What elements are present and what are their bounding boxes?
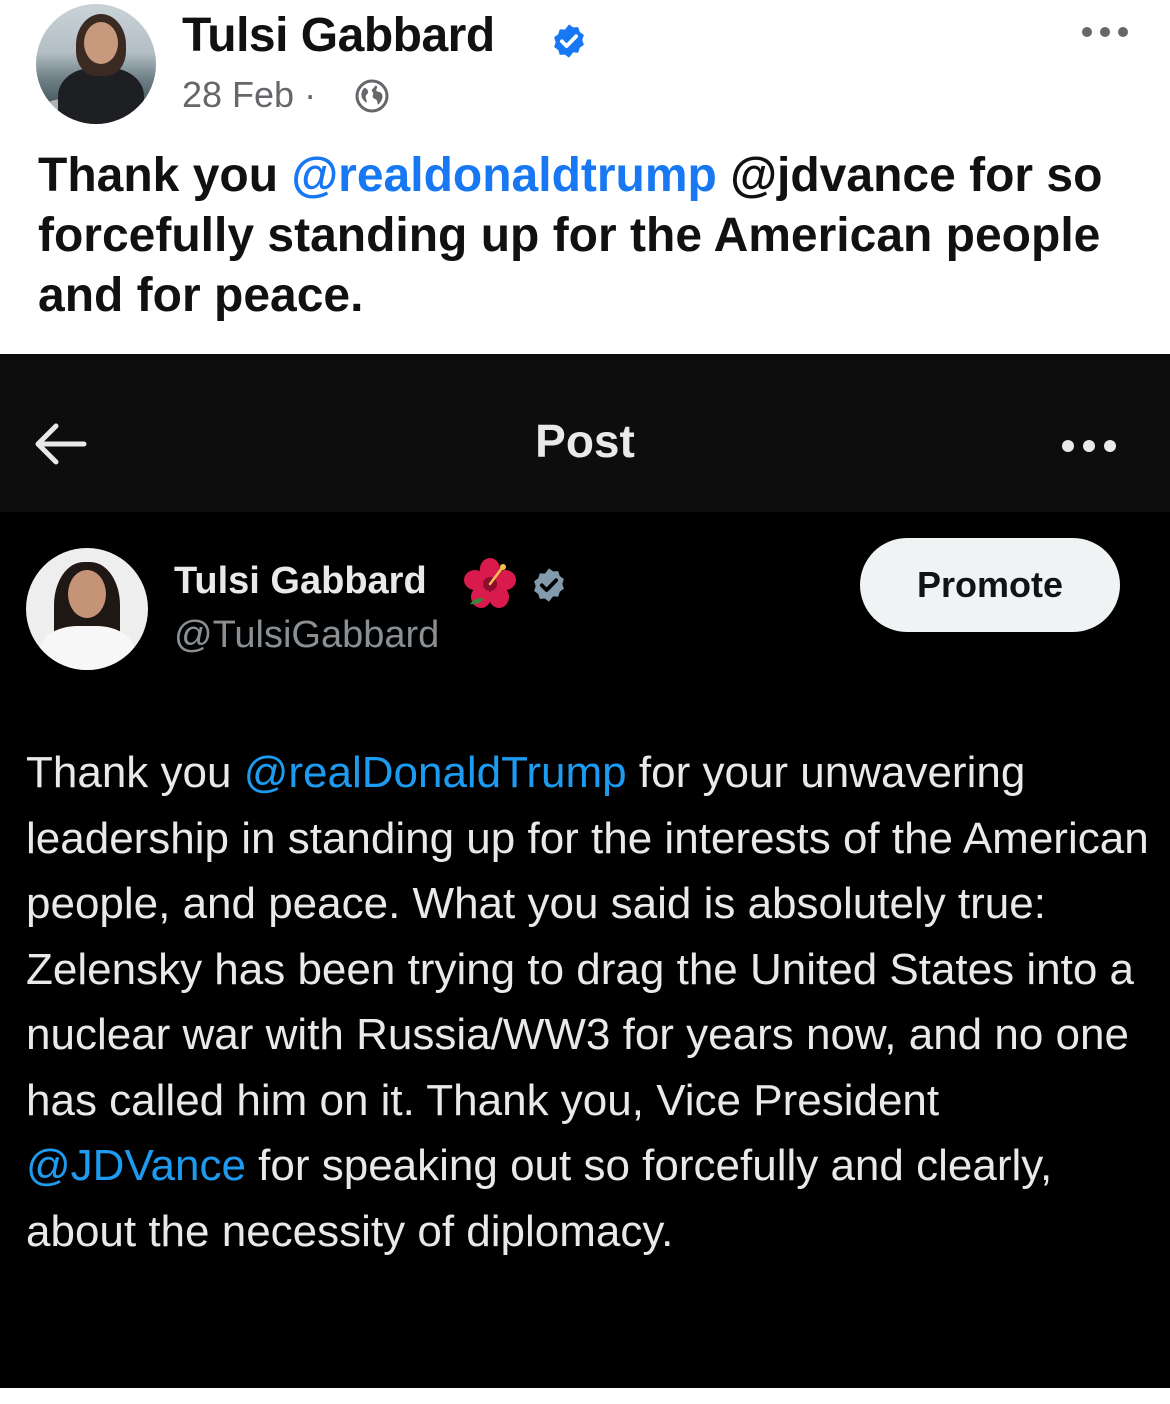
hibiscus-icon [464, 558, 516, 608]
globe-icon [355, 79, 389, 113]
verified-badge-icon [534, 568, 564, 602]
page-title: Post [535, 415, 635, 467]
author-name[interactable]: Tulsi Gabbard [182, 8, 495, 63]
x-top-bar: Post [0, 354, 1170, 512]
x-text-segment: for your unwavering leadership in standi… [26, 748, 1149, 1125]
x-author-name: Tulsi Gabbard [174, 560, 427, 602]
x-author-handle: @TulsiGabbard [174, 614, 440, 656]
verified-badge-icon [554, 24, 584, 58]
more-dots-icon [1062, 440, 1116, 452]
post-meta: 28 Feb · [182, 74, 316, 116]
x-mention-link: @realDonaldTrump [243, 748, 627, 797]
post-text-segment: Thank you [38, 149, 292, 202]
facebook-post-header: Tulsi Gabbard 28 Feb · [0, 0, 1170, 140]
post-date[interactable]: 28 Feb [182, 74, 294, 115]
post-text: Thank you @realdonaldtrump @jdvance for … [38, 146, 1138, 326]
x-author-avatar [26, 548, 148, 670]
mention-link[interactable]: @realdonaldtrump [291, 149, 717, 202]
x-mention-link: @JDVance [26, 1141, 246, 1190]
promote-button: Promote [860, 538, 1120, 632]
embedded-x-screenshot: Post Tulsi Gabbard @TulsiGabbard Promote… [0, 354, 1170, 1388]
meta-separator: · [304, 74, 317, 115]
more-dots-icon[interactable] [1080, 24, 1130, 40]
x-post-text: Thank you @realDonaldTrump for your unwa… [26, 740, 1151, 1264]
x-text-segment: Thank you [26, 748, 244, 797]
author-avatar[interactable] [36, 4, 156, 124]
